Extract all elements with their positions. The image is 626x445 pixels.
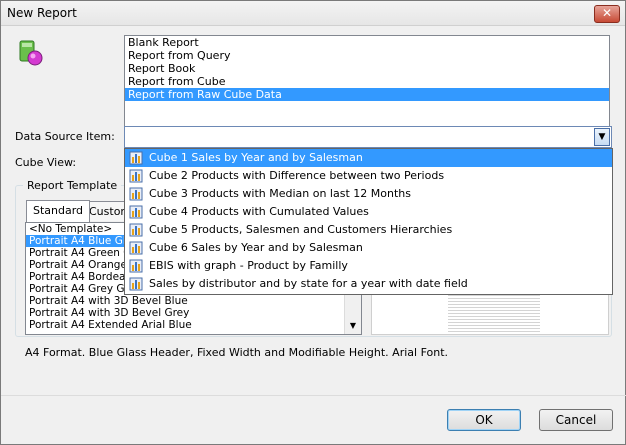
title-bar: New Report ✕	[1, 1, 625, 26]
dropdown-item[interactable]: Cube 5 Products, Salesmen and Customers …	[125, 221, 612, 239]
cube-icon	[129, 277, 143, 291]
dropdown-item-label: Sales by distributor and by state for a …	[149, 277, 468, 290]
dropdown-item-label: Cube 5 Products, Salesmen and Customers …	[149, 223, 453, 236]
dropdown-item-label: Cube 6 Sales by Year and by Salesman	[149, 241, 363, 254]
cancel-button[interactable]: Cancel	[539, 409, 613, 431]
cube-icon	[129, 241, 143, 255]
cube-icon	[129, 187, 143, 201]
data-source-dropdown[interactable]: Cube 1 Sales by Year and by Salesman Cube…	[124, 148, 613, 295]
template-preview-image	[448, 293, 540, 333]
cube-view-label: Cube View:	[15, 156, 77, 169]
divider	[1, 395, 626, 396]
dropdown-item-label: EBIS with graph - Product by Familly	[149, 259, 348, 272]
data-source-combo[interactable]: ▼	[124, 126, 612, 148]
close-button[interactable]: ✕	[594, 5, 620, 23]
ok-button[interactable]: OK	[447, 409, 521, 431]
data-source-label: Data Source Item:	[15, 130, 115, 143]
dropdown-item[interactable]: Cube 3 Products with Median on last 12 M…	[125, 185, 612, 203]
dropdown-item[interactable]: Cube 2 Products with Difference between …	[125, 167, 612, 185]
dropdown-item[interactable]: Sales by distributor and by state for a …	[125, 275, 612, 293]
template-description: A4 Format. Blue Glass Header, Fixed Widt…	[25, 346, 449, 359]
scroll-down-icon[interactable]: ▼	[345, 318, 361, 334]
tab-standard[interactable]: Standard	[26, 200, 91, 222]
window-title: New Report	[7, 6, 77, 20]
dropdown-item[interactable]: Cube 4 Products with Cumulated Values	[125, 203, 612, 221]
template-item[interactable]: Portrait A4 with 3D Bevel Grey	[26, 307, 361, 319]
report-type-item[interactable]: Report from Query	[125, 49, 609, 62]
report-type-item[interactable]: Report Book	[125, 62, 609, 75]
dropdown-item-label: Cube 2 Products with Difference between …	[149, 169, 445, 182]
dropdown-item-label: Cube 4 Products with Cumulated Values	[149, 205, 369, 218]
dropdown-item[interactable]: Cube 6 Sales by Year and by Salesman	[125, 239, 612, 257]
cube-icon	[129, 223, 143, 237]
dropdown-item-label: Cube 1 Sales by Year and by Salesman	[149, 151, 363, 164]
cube-icon	[129, 151, 143, 165]
cube-icon	[129, 169, 143, 183]
new-report-dialog: New Report ✕ Blank Report Report from Que…	[0, 0, 626, 445]
dropdown-item-label: Cube 3 Products with Median on last 12 M…	[149, 187, 411, 200]
report-type-item[interactable]: Report from Raw Cube Data	[125, 88, 609, 101]
report-template-label: Report Template	[23, 179, 122, 192]
report-wizard-icon	[19, 40, 43, 66]
chevron-down-icon[interactable]: ▼	[594, 128, 610, 146]
close-icon: ✕	[601, 6, 613, 20]
cube-icon	[129, 205, 143, 219]
template-item[interactable]: Portrait A4 with 3D Bevel Blue	[26, 295, 361, 307]
template-item[interactable]: Portrait A4 Extended Arial Blue	[26, 319, 361, 331]
report-type-item[interactable]: Blank Report	[125, 36, 609, 49]
report-type-item[interactable]: Report from Cube	[125, 75, 609, 88]
dropdown-item[interactable]: EBIS with graph - Product by Familly	[125, 257, 612, 275]
cube-icon	[129, 259, 143, 273]
dropdown-item[interactable]: Cube 1 Sales by Year and by Salesman	[125, 149, 612, 167]
